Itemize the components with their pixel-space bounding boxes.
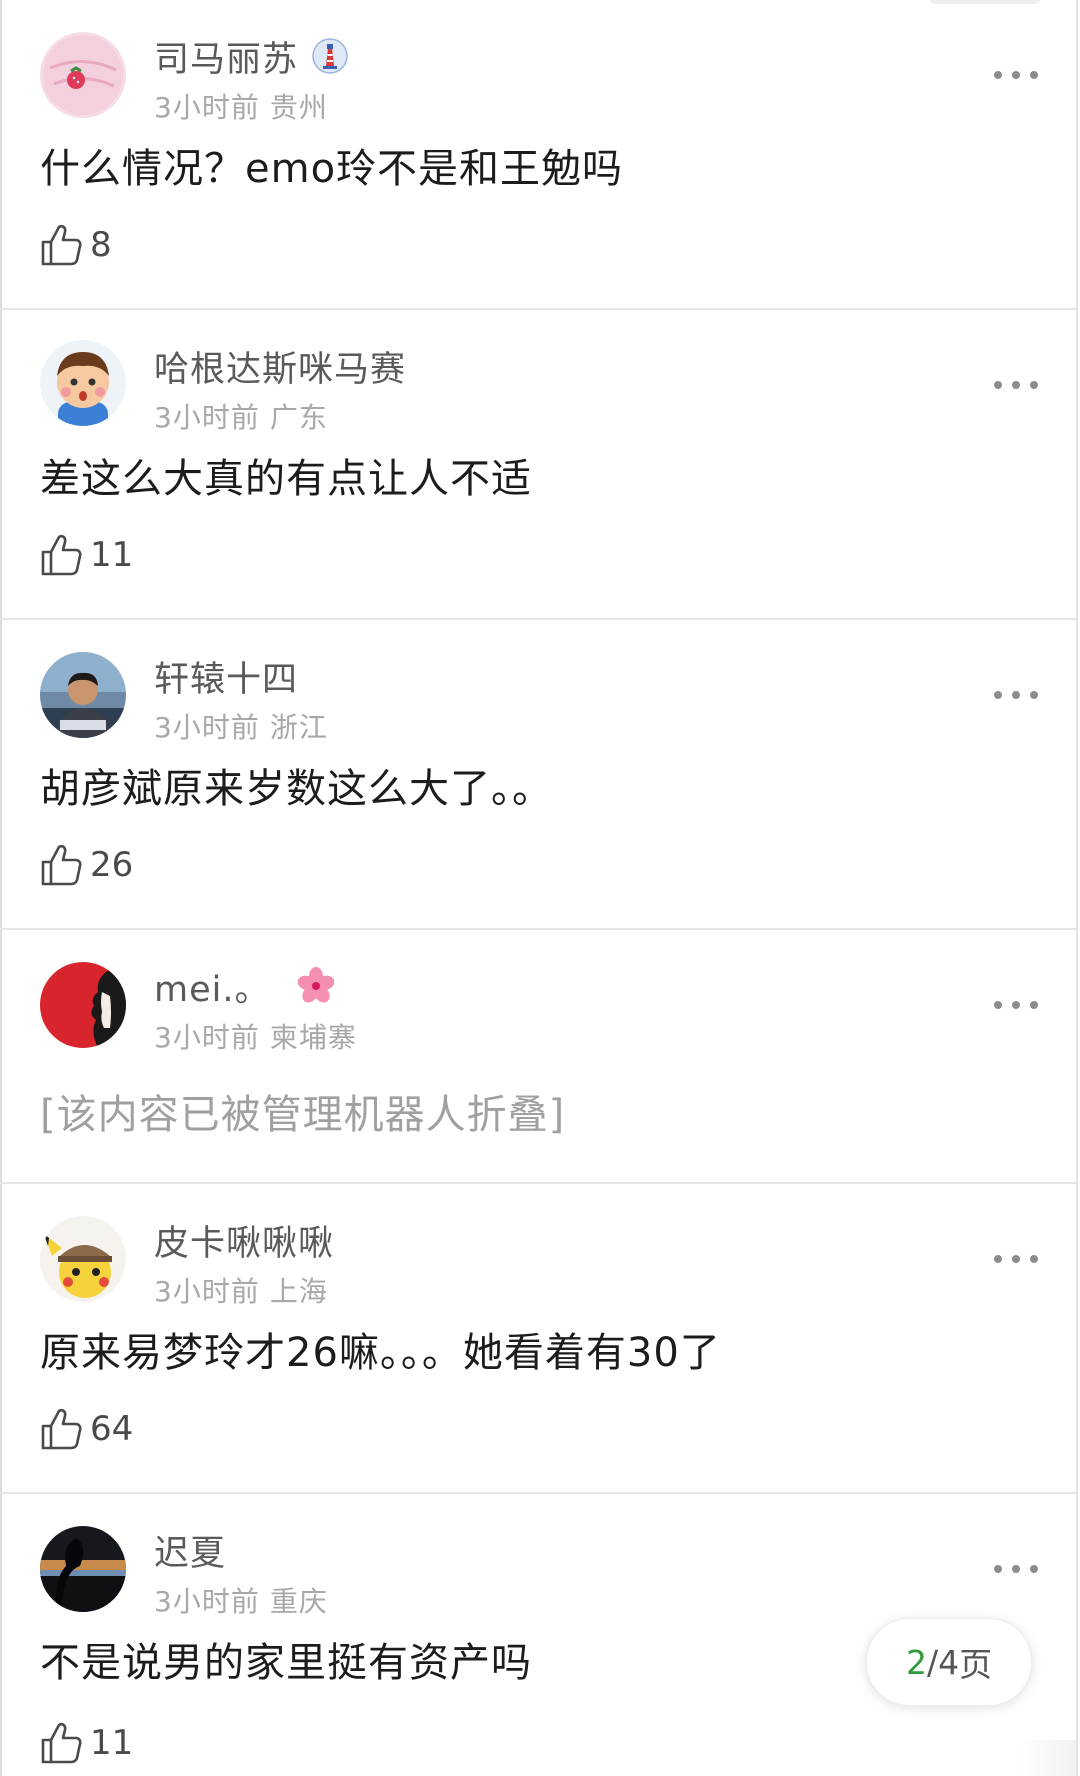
comment-location: 上海 — [269, 1275, 328, 1308]
username[interactable]: mei.。 — [154, 961, 270, 1012]
comment-location: 贵州 — [269, 91, 328, 124]
comment-time: 3小时前 — [154, 401, 260, 434]
like-count: 11 — [90, 1723, 134, 1763]
comment-location: 柬埔寨 — [269, 1021, 357, 1054]
comment-meta: 3小时前 浙江 — [154, 706, 328, 744]
username[interactable]: 轩辕十四 — [154, 651, 298, 702]
user-avatar[interactable] — [40, 1216, 126, 1302]
page-indicator-button[interactable]: 2/4 页 — [866, 1618, 1032, 1706]
more-options-icon[interactable] — [994, 378, 1038, 392]
comment-item: mei.。 3小时前 柬埔寨 [该内容已被管理机器人折叠] — [0, 930, 1076, 1184]
comment-meta: 3小时前 柬埔寨 — [154, 1016, 357, 1054]
comment-text: 胡彦斌原来岁数这么大了。。 — [40, 766, 553, 812]
comment-meta: 3小时前 贵州 — [154, 86, 328, 124]
like-button[interactable]: 64 — [40, 1406, 133, 1452]
thumbs-up-icon — [41, 1722, 82, 1764]
comment-meta: 3小时前 重庆 — [154, 1580, 328, 1618]
more-options-icon[interactable] — [994, 688, 1038, 702]
thumbs-up-icon — [41, 224, 82, 266]
cartoon-boy-avatar-icon — [40, 340, 126, 426]
username[interactable]: 哈根达斯咪马赛 — [154, 341, 406, 392]
dark-silhouette-avatar-icon — [40, 1526, 126, 1612]
comment-time: 3小时前 — [154, 1021, 260, 1054]
comment-time: 3小时前 — [154, 1275, 260, 1308]
comment-item: 哈根达斯咪马赛 3小时前 广东 差这么大真的有点让人不适 11 — [0, 310, 1076, 620]
user-avatar[interactable] — [40, 652, 126, 738]
comment-meta: 3小时前 上海 — [154, 1270, 328, 1308]
comment-time: 3小时前 — [154, 1585, 260, 1618]
comment-text: 差这么大真的有点让人不适 — [40, 456, 532, 502]
comment-time: 3小时前 — [154, 91, 260, 124]
user-avatar[interactable] — [40, 32, 126, 118]
thumbs-up-icon — [41, 534, 82, 576]
comment-meta: 3小时前 广东 — [154, 396, 328, 434]
comment-location: 浙江 — [269, 711, 328, 744]
like-button[interactable]: 26 — [40, 842, 133, 888]
thumbs-up-icon — [41, 1408, 82, 1450]
more-options-icon[interactable] — [994, 998, 1038, 1012]
lighthouse-badge-icon — [312, 36, 348, 76]
folded-comment-notice[interactable]: [该内容已被管理机器人折叠] — [40, 1090, 1016, 1140]
cherry-blossom-badge-icon — [298, 966, 335, 1006]
page-separator: / — [926, 1642, 939, 1682]
like-count: 64 — [90, 1409, 134, 1449]
comment-time: 3小时前 — [154, 711, 260, 744]
comment-item: 司马丽苏 3小时前 贵州 什么情况？emo玲不是和王勉吗 8 — [0, 0, 1076, 310]
page-current: 2 — [905, 1642, 927, 1682]
comment-item: 皮卡啾啾啾 3小时前 上海 原来易梦玲才26嘛。。。她看着有30了 64 — [0, 1184, 1076, 1494]
comment-location: 广东 — [269, 401, 328, 434]
username[interactable]: 迟夏 — [154, 1525, 226, 1576]
page-unit: 页 — [959, 1645, 993, 1684]
red-profile-avatar-icon — [40, 962, 126, 1048]
frame-right-edge — [1076, 0, 1078, 1776]
photo-man-avatar-icon — [40, 652, 126, 738]
strawberry-pink-avatar-icon — [40, 32, 126, 118]
comment-item: 轩辕十四 3小时前 浙江 胡彦斌原来岁数这么大了。。 26 — [0, 620, 1076, 930]
like-count: 26 — [90, 845, 134, 885]
like-button[interactable]: 8 — [40, 222, 112, 268]
user-avatar[interactable] — [40, 962, 126, 1048]
comment-text: 什么情况？emo玲不是和王勉吗 — [40, 146, 624, 192]
like-button[interactable]: 11 — [40, 1720, 133, 1766]
like-count: 8 — [90, 225, 112, 265]
thumbs-up-icon — [41, 844, 82, 886]
user-avatar[interactable] — [40, 1526, 126, 1612]
comment-page: 司马丽苏 3小时前 贵州 什么情况？emo玲不是和王勉吗 8 哈根达斯咪马赛 3… — [0, 0, 1080, 1776]
user-avatar[interactable] — [40, 340, 126, 426]
username[interactable]: 皮卡啾啾啾 — [154, 1215, 334, 1266]
like-count: 11 — [90, 535, 134, 575]
more-options-icon[interactable] — [994, 1252, 1038, 1266]
pikachu-detective-avatar-icon — [40, 1216, 126, 1302]
more-options-icon[interactable] — [994, 1562, 1038, 1576]
more-options-icon[interactable] — [994, 68, 1038, 82]
page-total: 4 — [938, 1642, 960, 1682]
like-button[interactable]: 11 — [40, 532, 133, 578]
comment-location: 重庆 — [269, 1585, 328, 1618]
bottom-edge-shadow — [1020, 1740, 1076, 1776]
comment-text: 原来易梦玲才26嘛。。。她看着有30了 — [40, 1330, 721, 1376]
username[interactable]: 司马丽苏 — [154, 31, 298, 82]
